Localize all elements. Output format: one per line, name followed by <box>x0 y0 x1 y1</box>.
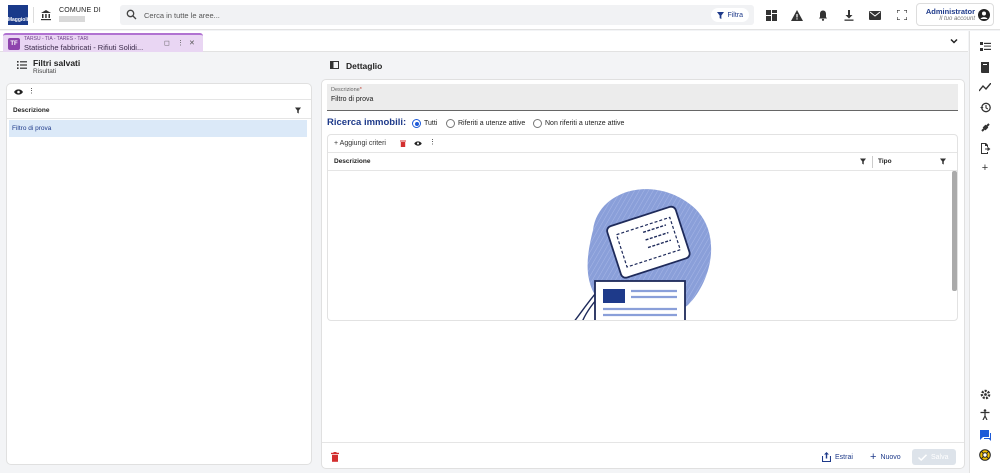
search-icon <box>126 9 137 20</box>
descrizione-input[interactable]: Filtro di prova <box>331 96 373 103</box>
list-view-icon[interactable] <box>978 40 992 54</box>
radio-unchecked-icon <box>446 119 455 128</box>
top-bar: Maggioli COMUNE DI Cerca in tutte le are… <box>0 0 1000 30</box>
account-button[interactable]: Administrator Il tuo account <box>916 3 994 26</box>
eye-icon[interactable] <box>414 141 422 146</box>
add-criteria-button[interactable]: + Aggiungi criteri <box>334 140 386 147</box>
trash-icon[interactable] <box>400 140 406 147</box>
dashboard-icon[interactable] <box>762 6 780 24</box>
fullscreen-icon[interactable] <box>893 6 911 24</box>
estrai-button[interactable]: Estrai <box>816 449 859 465</box>
settings-gear-icon[interactable] <box>978 387 992 401</box>
org-name-redacted <box>59 16 85 22</box>
tab-bar: TF TARSU - TIA - TARES - TARI Statistich… <box>0 31 968 52</box>
column-header-descrizione[interactable]: Descrizione <box>7 102 311 119</box>
more-vertical-icon[interactable]: ⋮ <box>429 138 436 146</box>
filter-icon[interactable] <box>940 158 946 165</box>
criteria-grid: + Aggiungi criteri ⋮ Descrizione Tipo <box>327 134 958 321</box>
panel-toggle-icon[interactable] <box>330 61 339 69</box>
filter-label: Filtra <box>727 11 743 19</box>
plus-icon: + <box>870 451 877 463</box>
filter-icon[interactable] <box>295 107 301 114</box>
radio-tutti[interactable]: Tutti <box>412 119 437 128</box>
nuovo-button[interactable]: + Nuovo <box>864 449 907 465</box>
radio-non-riferiti[interactable]: Non riferiti a utenze attive <box>533 119 624 128</box>
radio-checked-icon <box>412 119 421 128</box>
empty-state-illustration <box>573 185 713 320</box>
plugin-icon[interactable] <box>978 120 992 134</box>
chart-line-icon[interactable] <box>978 80 992 94</box>
field-label: Descrizione* <box>331 87 362 93</box>
detail-footer: Estrai + Nuovo Salva <box>322 442 964 469</box>
column-header-descrizione[interactable]: Descrizione <box>334 158 371 165</box>
restore-window-icon[interactable]: ◻ <box>164 39 170 47</box>
bell-icon[interactable] <box>814 6 832 24</box>
criteria-toolbar: + Aggiungi criteri ⋮ <box>328 135 957 153</box>
global-search[interactable]: Cerca in tutte le aree... Filtra <box>120 5 754 25</box>
maggioli-logo[interactable]: Maggioli <box>8 5 28 25</box>
more-vertical-icon[interactable]: ⋮ <box>28 87 35 95</box>
column-header-tipo[interactable]: Tipo <box>878 158 892 165</box>
right-sidebar: + <box>969 31 1000 473</box>
export-icon <box>822 452 831 462</box>
close-tab-icon[interactable]: ✕ <box>189 39 195 47</box>
divider <box>33 7 34 23</box>
chevron-down-icon[interactable] <box>949 36 959 46</box>
book-icon[interactable] <box>978 60 992 74</box>
column-divider <box>872 156 873 168</box>
tab-statistiche-fabbricati[interactable]: TF TARSU - TIA - TARES - TARI Statistich… <box>3 33 203 52</box>
detail-title: Dettaglio <box>346 61 383 71</box>
search-input[interactable]: Cerca in tutte le aree... <box>144 11 220 20</box>
check-icon <box>918 453 927 461</box>
module-icon: TF <box>8 38 20 50</box>
filter-icon[interactable] <box>860 158 866 165</box>
saved-filters-panel: Filtri salvati Risultati ⋮ Descrizione F… <box>0 53 318 473</box>
tab-category: TARSU - TIA - TARES - TARI <box>24 36 89 42</box>
accessibility-icon[interactable] <box>978 407 992 421</box>
radio-unchecked-icon <box>533 119 542 128</box>
tab-more-icon[interactable]: ⋮ <box>177 39 184 47</box>
eye-icon[interactable] <box>14 89 23 95</box>
panel-subtitle: Risultati <box>33 68 57 75</box>
support-lifebuoy-icon[interactable] <box>978 448 992 462</box>
list-icon[interactable] <box>17 61 27 69</box>
salva-button[interactable]: Salva <box>912 449 956 465</box>
user-avatar-icon <box>978 9 990 21</box>
vertical-scrollbar[interactable] <box>952 171 957 291</box>
detail-card: Descrizione* Filtro di prova Ricerca imm… <box>321 79 965 469</box>
table-row[interactable]: Filtro di prova <box>9 120 307 137</box>
panel-title: Filtri salvati <box>33 58 81 68</box>
chat-icon[interactable] <box>978 428 992 442</box>
criteria-header: Descrizione Tipo <box>328 153 957 171</box>
tab-title: Statistiche fabbricati - Rifiuti Solidi.… <box>24 43 144 52</box>
radio-riferiti[interactable]: Riferiti a utenze attive <box>446 119 525 128</box>
saved-filters-grid: ⋮ Descrizione Filtro di prova <box>6 83 312 465</box>
org-label: COMUNE DI <box>59 7 101 14</box>
detail-panel: Dettaglio Descrizione* Filtro di prova R… <box>320 53 966 473</box>
descrizione-field[interactable]: Descrizione* Filtro di prova <box>327 84 958 111</box>
history-icon[interactable] <box>978 100 992 114</box>
grid-toolbar: ⋮ <box>7 84 311 100</box>
municipality-icon[interactable] <box>40 9 52 21</box>
account-subtitle: Il tuo account <box>939 16 975 22</box>
filter-button[interactable]: Filtra <box>711 8 749 22</box>
account-name: Administrator <box>925 7 975 16</box>
export-document-icon[interactable] <box>978 141 992 155</box>
mail-icon[interactable] <box>866 6 884 24</box>
download-icon[interactable] <box>840 6 858 24</box>
filter-icon <box>717 11 725 19</box>
ricerca-label: Ricerca immobili: <box>327 117 407 128</box>
delete-icon[interactable] <box>331 452 339 462</box>
row-descrizione: Filtro di prova <box>12 125 52 132</box>
add-icon[interactable]: + <box>978 161 992 175</box>
warning-icon[interactable] <box>788 6 806 24</box>
